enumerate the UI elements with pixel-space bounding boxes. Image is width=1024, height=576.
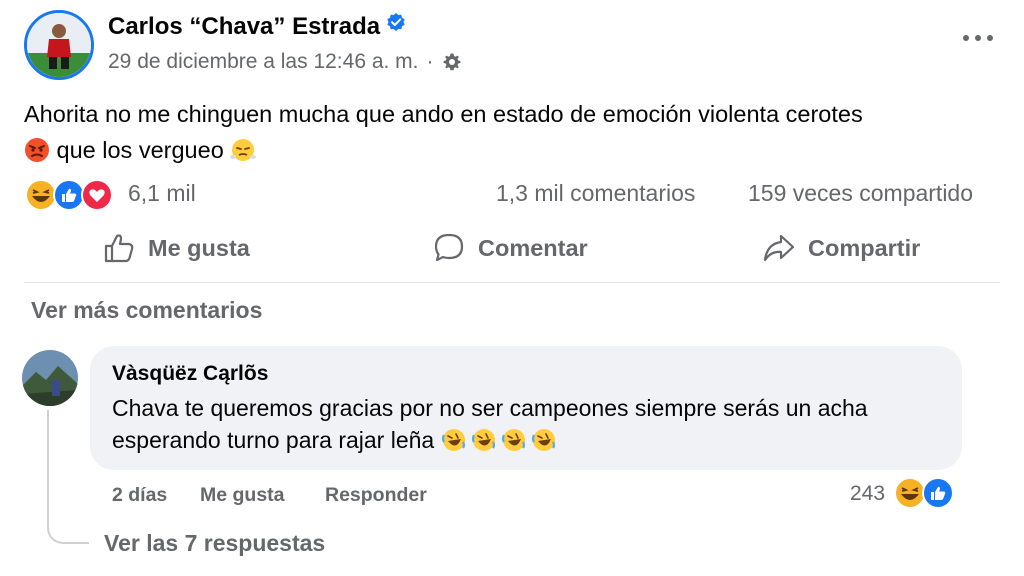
comment-author[interactable]: Vàsqüëz Cąrlõs <box>112 362 268 386</box>
author-photo <box>27 13 91 77</box>
haha-reaction-icon <box>25 179 57 211</box>
commenter-avatar[interactable] <box>22 350 78 406</box>
post-meta: 29 de diciembre a las 12:46 a. m. · <box>108 50 462 74</box>
comment-reactions-icons[interactable] <box>893 476 957 510</box>
share-button[interactable]: Compartir <box>762 228 920 268</box>
verified-badge-icon <box>387 13 405 31</box>
view-replies-link[interactable]: Ver las 7 respuestas <box>104 530 325 557</box>
commenter-photo <box>22 350 78 406</box>
post-text: Ahorita no me chinguen mucha que ando en… <box>24 96 1014 168</box>
love-reaction-icon <box>81 179 113 211</box>
rofl-emoji-icon <box>441 427 556 453</box>
angry-emoji-icon <box>25 138 49 162</box>
post-comments-count[interactable]: 1,3 mil comentarios <box>496 180 695 207</box>
comment-bubble-icon <box>434 233 464 262</box>
like-reaction-icon <box>922 477 954 509</box>
huffing-emoji-icon <box>230 139 257 161</box>
comment-button[interactable]: Comentar <box>432 228 588 268</box>
comment-button-label: Comentar <box>478 234 588 261</box>
meta-separator: · <box>426 50 434 73</box>
share-button-label: Compartir <box>808 234 921 261</box>
post-date[interactable]: 29 de diciembre a las 12:46 a. m. <box>108 50 419 74</box>
more-options-icon[interactable] <box>960 26 996 50</box>
share-arrow-icon <box>763 234 795 262</box>
comment-like-button[interactable]: Me gusta <box>200 484 285 507</box>
post-text-line2: que los vergueo <box>50 137 231 163</box>
audience-gear-icon[interactable] <box>442 52 462 72</box>
post-reactions-icons[interactable] <box>24 178 124 212</box>
post-author[interactable]: Carlos “Chava” Estrada <box>108 12 406 41</box>
comment-reactions-count[interactable]: 243 <box>850 482 885 506</box>
post-divider <box>24 282 1000 283</box>
comment-reply-button[interactable]: Responder <box>325 484 427 507</box>
like-button-label: Me gusta <box>148 234 250 261</box>
comment-text: Chava te queremos gracias por no ser cam… <box>112 392 952 456</box>
view-more-comments-link[interactable]: Ver más comentarios <box>31 297 262 324</box>
author-avatar[interactable] <box>24 10 94 80</box>
post-text-line1: Ahorita no me chinguen mucha que ando en… <box>24 101 863 127</box>
comment-time[interactable]: 2 días <box>112 484 167 507</box>
post-shares-count[interactable]: 159 veces compartido <box>748 180 973 207</box>
thumbs-up-icon <box>104 234 134 263</box>
haha-reaction-icon <box>894 477 926 509</box>
like-button[interactable]: Me gusta <box>102 228 250 268</box>
like-reaction-icon <box>53 179 85 211</box>
reply-thread-line <box>47 410 89 544</box>
post-author-name[interactable]: Carlos “Chava” Estrada <box>108 13 380 40</box>
post-reactions-count[interactable]: 6,1 mil <box>128 180 196 207</box>
